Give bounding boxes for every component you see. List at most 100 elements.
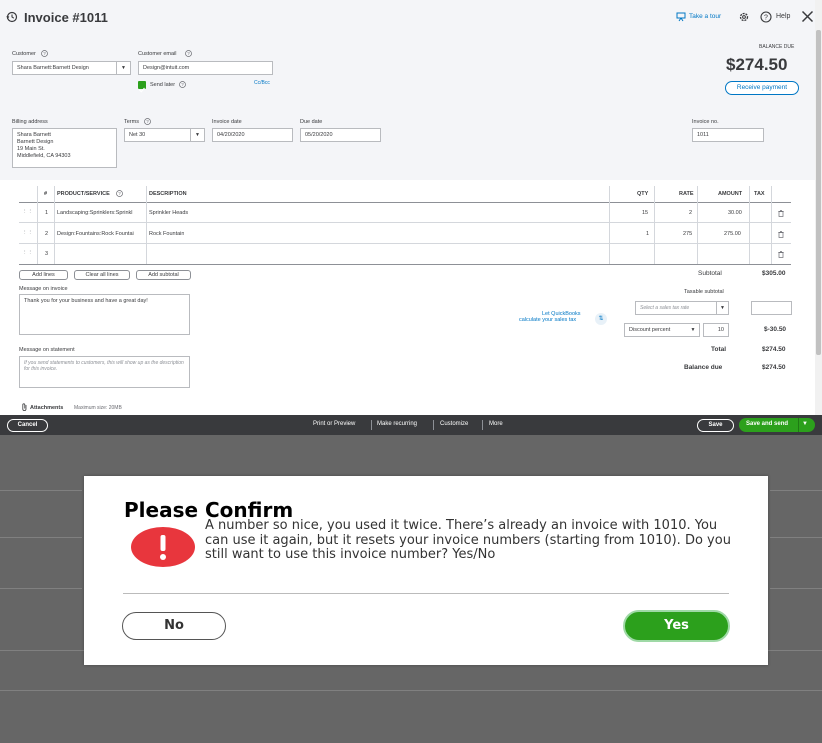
no-button[interactable]: No bbox=[122, 612, 226, 640]
row-rate[interactable]: 2 bbox=[689, 210, 692, 216]
make-recurring-button[interactable]: Make recurring bbox=[377, 421, 417, 427]
message-invoice-input[interactable]: Thank you for your business and have a g… bbox=[19, 294, 190, 335]
add-lines-button[interactable]: Add lines bbox=[19, 270, 68, 280]
take-tour-link[interactable]: Take a tour bbox=[689, 13, 721, 20]
row-qty[interactable]: 1 bbox=[646, 231, 649, 237]
customize-button[interactable]: Customize bbox=[440, 421, 468, 427]
yes-button[interactable]: Yes bbox=[623, 610, 730, 642]
chevron-down-icon[interactable]: ▼ bbox=[716, 302, 728, 314]
attachments-label[interactable]: Attachments bbox=[30, 405, 63, 411]
row-description[interactable]: Rock Fountain bbox=[149, 231, 184, 237]
tax-amount-input[interactable] bbox=[751, 301, 792, 315]
save-button[interactable]: Save bbox=[697, 419, 734, 432]
discount-type-value: Discount percent bbox=[629, 327, 671, 333]
email-input[interactable]: Design@intuit.com bbox=[138, 61, 273, 75]
invoice-date-label: Invoice date bbox=[212, 119, 242, 125]
receive-payment-button[interactable]: Receive payment bbox=[725, 81, 799, 95]
billing-line: Shara Barnett bbox=[17, 132, 51, 138]
chevron-down-icon[interactable]: ▼ bbox=[802, 421, 808, 427]
billing-line: 19 Main St. bbox=[17, 146, 45, 152]
billing-address-input[interactable]: Shara Barnett Barnett Design 19 Main St.… bbox=[12, 128, 117, 168]
page-title: Invoice #1011 bbox=[24, 10, 108, 25]
row-amount[interactable]: 30.00 bbox=[728, 210, 742, 216]
info-icon[interactable]: ? bbox=[41, 50, 48, 57]
discount-value: 10 bbox=[717, 327, 724, 333]
terms-value: Net 30 bbox=[129, 132, 146, 138]
chevron-down-icon[interactable]: ▼ bbox=[687, 324, 699, 336]
qb-tax-link-line2[interactable]: calculate your sales tax bbox=[519, 317, 576, 323]
svg-text:?: ? bbox=[181, 82, 184, 87]
invoice-date-value: 04/20/2020 bbox=[217, 132, 245, 138]
row-amount[interactable]: 275.00 bbox=[724, 231, 741, 237]
discount-type-select[interactable]: Discount percent ▼ bbox=[624, 323, 700, 337]
invoice-no-value: 1011 bbox=[697, 132, 709, 138]
row-description[interactable]: Sprinkler Heads bbox=[149, 210, 188, 216]
row-qty[interactable]: 15 bbox=[642, 210, 648, 216]
message-statement-placeholder: If you send statements to customers, thi… bbox=[24, 360, 184, 372]
close-icon[interactable] bbox=[801, 10, 814, 23]
clear-all-lines-button[interactable]: Clear all lines bbox=[74, 270, 130, 280]
terms-select[interactable]: Net 30 ▼ bbox=[124, 128, 205, 142]
sales-tax-rate-select[interactable]: Select a sales tax rate ▼ bbox=[635, 301, 729, 315]
confirm-dialog: Please Confirm A number so nice, you use… bbox=[84, 476, 768, 665]
discount-value-input[interactable]: 10 bbox=[703, 323, 729, 337]
svg-text:?: ? bbox=[43, 51, 46, 56]
gear-icon[interactable] bbox=[738, 11, 750, 23]
trash-icon[interactable] bbox=[778, 251, 784, 258]
subtotal-value: $305.00 bbox=[762, 270, 786, 277]
drag-handle-icon[interactable]: ⋮⋮ bbox=[22, 230, 33, 236]
info-icon[interactable]: ? bbox=[179, 81, 186, 88]
row-product[interactable]: Landscaping:Sprinklers:Sprinkl bbox=[57, 210, 145, 216]
trash-icon[interactable] bbox=[778, 210, 784, 217]
info-icon[interactable]: ? bbox=[144, 118, 151, 125]
drag-handle-icon[interactable]: ⋮⋮ bbox=[22, 209, 33, 215]
invoice-no-label: Invoice no. bbox=[692, 119, 719, 125]
scrollbar-thumb[interactable] bbox=[816, 30, 821, 355]
total-label: Total bbox=[711, 346, 727, 353]
row-rate[interactable]: 275 bbox=[683, 231, 692, 237]
col-description-header: DESCRIPTION bbox=[149, 191, 187, 197]
help-icon[interactable]: ? bbox=[760, 11, 772, 23]
row-product[interactable]: Design:Fountains:Rock Fountai bbox=[57, 231, 145, 237]
checkmark-icon bbox=[139, 87, 145, 93]
cancel-button[interactable]: Cancel bbox=[7, 419, 48, 432]
info-icon[interactable]: ? bbox=[185, 50, 192, 57]
svg-text:?: ? bbox=[187, 51, 190, 56]
help-label[interactable]: Help bbox=[776, 13, 790, 20]
col-rate-header: RATE bbox=[679, 191, 694, 197]
sales-tax-placeholder: Select a sales tax rate bbox=[640, 305, 690, 311]
message-statement-label: Message on statement bbox=[19, 347, 75, 353]
recent-transactions-icon[interactable] bbox=[6, 11, 18, 23]
send-later-checkbox[interactable] bbox=[138, 81, 146, 93]
tax-arrows-icon[interactable]: ⇅ bbox=[595, 313, 607, 325]
info-icon[interactable]: ? bbox=[116, 190, 123, 197]
tour-icon[interactable] bbox=[676, 12, 687, 22]
scrollbar-track[interactable] bbox=[815, 0, 822, 415]
trash-icon[interactable] bbox=[778, 231, 784, 238]
message-statement-input[interactable]: If you send statements to customers, thi… bbox=[19, 356, 190, 388]
chevron-down-icon[interactable]: ▼ bbox=[116, 62, 130, 74]
invoice-no-input[interactable]: 1011 bbox=[692, 128, 764, 142]
message-invoice-label: Message on invoice bbox=[19, 286, 68, 292]
add-subtotal-button[interactable]: Add subtotal bbox=[136, 270, 191, 280]
save-and-send-button[interactable]: Save and send ▼ bbox=[739, 418, 815, 432]
cc-bcc-link[interactable]: Cc/Bcc bbox=[254, 80, 270, 86]
save-and-send-label: Save and send bbox=[746, 421, 789, 427]
more-button[interactable]: More bbox=[489, 421, 503, 427]
paperclip-icon[interactable] bbox=[21, 403, 28, 411]
dialog-divider bbox=[123, 593, 729, 594]
chevron-down-icon[interactable]: ▼ bbox=[190, 129, 204, 141]
drag-handle-icon[interactable]: ⋮⋮ bbox=[22, 250, 33, 256]
send-later-label: Send later bbox=[150, 82, 176, 88]
due-date-input[interactable]: 05/20/2020 bbox=[300, 128, 381, 142]
balance-due-label: BALANCE DUE bbox=[759, 44, 795, 50]
invoice-date-input[interactable]: 04/20/2020 bbox=[212, 128, 293, 142]
col-tax-header: TAX bbox=[754, 191, 765, 197]
svg-text:?: ? bbox=[764, 15, 768, 22]
dialog-message: A number so nice, you used it twice. The… bbox=[205, 518, 731, 562]
customer-select[interactable]: Shara Barnett:Barnett Design ▼ bbox=[12, 61, 131, 75]
row-num: 3 bbox=[45, 251, 49, 257]
table-header-divider bbox=[19, 202, 791, 203]
print-preview-button[interactable]: Print or Preview bbox=[313, 421, 355, 427]
col-amount-header: AMOUNT bbox=[718, 191, 743, 197]
